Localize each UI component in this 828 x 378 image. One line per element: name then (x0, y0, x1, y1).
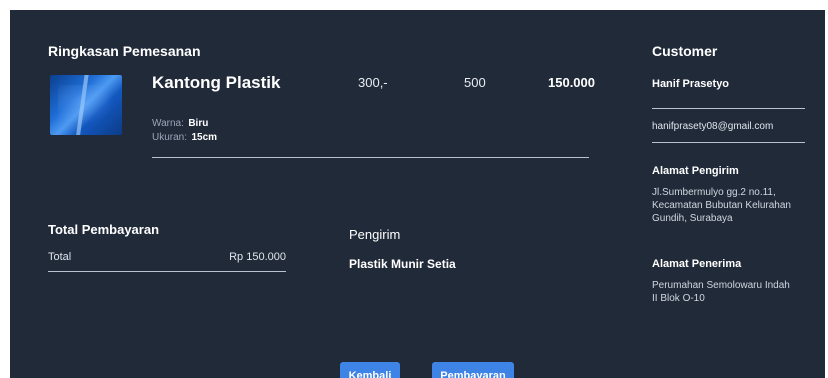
customer-email: hanifprasety08@gmail.com (652, 121, 774, 132)
payment-title: Total Pembayaran (48, 222, 160, 237)
pay-button[interactable]: Pembayaran (432, 362, 514, 378)
product-size: Ukuran: 15cm (152, 127, 217, 145)
sender-address-title: Alamat Pengirim (652, 165, 739, 177)
customer-title: Customer (652, 43, 718, 59)
total-label: Total (48, 251, 72, 263)
product-image (50, 75, 122, 135)
product-price: 300,- (358, 75, 388, 90)
customer-name: Hanif Prasetyo (652, 78, 730, 90)
order-summary-title: Ringkasan Pemesanan (48, 43, 201, 59)
sender-address: Jl.Sumbermulyo gg.2 no.11, Kecamatan Bub… (652, 187, 791, 224)
receiver-address: Perumahan Semolowaru Indah II Blok O-10 (652, 280, 790, 304)
total-divider (48, 271, 286, 272)
product-name: Kantong Plastik (152, 73, 281, 92)
back-button[interactable]: Kembali (340, 362, 400, 378)
customer-name-divider (652, 108, 805, 109)
customer-email-divider (652, 142, 805, 143)
product-size-value: 15cm (191, 132, 218, 143)
product-size-label: Ukuran: (152, 132, 188, 143)
product-subtotal: 150.000 (548, 75, 595, 90)
sender-name: Plastik Munir Setia (349, 257, 456, 271)
receiver-address-title: Alamat Penerima (652, 258, 742, 270)
product-quantity: 500 (464, 75, 486, 90)
product-divider (152, 157, 589, 158)
total-value: Rp 150.000 (229, 251, 286, 263)
sender-title: Pengirim (349, 227, 401, 242)
